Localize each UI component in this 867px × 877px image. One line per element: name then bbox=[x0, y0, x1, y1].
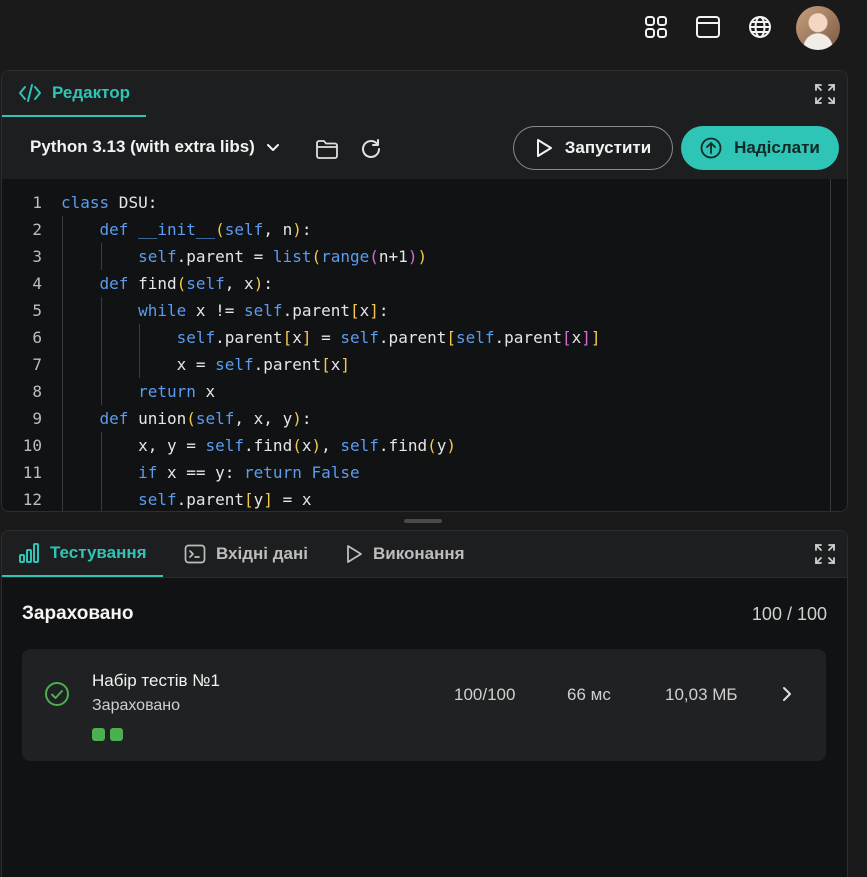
line-number: 3 bbox=[32, 247, 42, 266]
code-line: 10 x, y = self.find(x), self.find(y) bbox=[2, 432, 847, 459]
code-text: def find(self, x): bbox=[99, 274, 273, 293]
check-circle-icon bbox=[44, 681, 70, 707]
code-line: 3 self.parent = list(range(n+1)) bbox=[2, 243, 847, 270]
code-line: 12 self.parent[y] = x bbox=[2, 486, 847, 511]
line-number: 5 bbox=[32, 301, 42, 320]
chevron-right-icon[interactable] bbox=[778, 684, 796, 704]
code-text: return x bbox=[138, 382, 216, 401]
upload-arrow-icon bbox=[700, 137, 722, 159]
folder-icon[interactable] bbox=[315, 137, 339, 161]
test-set-name: Набір тестів №1 bbox=[92, 671, 220, 690]
globe-icon[interactable] bbox=[747, 14, 773, 40]
line-number: 12 bbox=[22, 490, 42, 509]
code-text: def union(self, x, y): bbox=[99, 409, 312, 428]
code-line: 1 class DSU: bbox=[2, 189, 847, 216]
play-icon bbox=[535, 138, 553, 158]
test-set-status: Зараховано bbox=[92, 697, 181, 714]
code-line: 2 def __init__(self, n): bbox=[2, 216, 847, 243]
code-line: 5 while x != self.parent[x]: bbox=[2, 297, 847, 324]
submit-button-label: Надіслати bbox=[734, 138, 820, 157]
resize-handle[interactable] bbox=[404, 519, 442, 523]
code-text: if x == y: return False bbox=[138, 463, 360, 482]
code-text: x = self.parent[x] bbox=[61, 355, 351, 374]
chevron-down-icon bbox=[265, 139, 281, 155]
test-set-score: 100/100 bbox=[454, 685, 516, 704]
code-line: 7 x = self.parent[x] bbox=[2, 351, 847, 378]
play-icon bbox=[345, 544, 363, 564]
top-bar bbox=[0, 0, 867, 60]
code-text: def __init__(self, n): bbox=[99, 220, 312, 239]
line-number: 7 bbox=[32, 355, 42, 374]
tab-execution-label: Виконання bbox=[373, 544, 465, 563]
run-button[interactable]: Запустити bbox=[513, 126, 673, 170]
code-line: 6 self.parent[x] = self.parent[self.pare… bbox=[2, 324, 847, 351]
code-line: 8 return x bbox=[2, 378, 847, 405]
tab-testing[interactable]: Тестування bbox=[2, 531, 163, 577]
line-number: 8 bbox=[32, 382, 42, 401]
code-text: class DSU: bbox=[61, 193, 158, 212]
browser-window-icon[interactable] bbox=[695, 14, 721, 40]
language-label: Python 3.13 (with extra libs) bbox=[30, 137, 255, 156]
code-text: x, y = self.find(x), self.find(y) bbox=[61, 436, 457, 455]
line-number: 6 bbox=[32, 328, 42, 347]
editor-scrollbar[interactable] bbox=[830, 179, 831, 511]
expand-icon[interactable] bbox=[814, 543, 836, 565]
code-text: self.parent = list(range(n+1)) bbox=[138, 247, 428, 266]
tab-testing-label: Тестування bbox=[50, 543, 147, 562]
test-result-dot[interactable] bbox=[110, 728, 123, 741]
line-number: 4 bbox=[32, 274, 42, 293]
test-tabs: Тестування Вхідні дані Виконання bbox=[2, 531, 847, 578]
editor-toolbar: Python 3.13 (with extra libs) Запустити … bbox=[2, 117, 847, 179]
code-text: self.parent[y] = x bbox=[138, 490, 312, 509]
test-set-time: 66 мс bbox=[567, 685, 611, 704]
bar-chart-icon bbox=[18, 542, 40, 564]
grid-icon[interactable] bbox=[643, 14, 669, 40]
editor-header: Редактор bbox=[2, 71, 847, 118]
code-text: self.parent[x] = self.parent[self.parent… bbox=[176, 328, 601, 347]
terminal-icon bbox=[184, 544, 206, 564]
user-avatar[interactable] bbox=[796, 6, 840, 50]
run-button-label: Запустити bbox=[564, 138, 652, 157]
expand-icon[interactable] bbox=[814, 83, 836, 105]
test-panel: Тестування Вхідні дані Виконання Зарахов… bbox=[1, 530, 848, 877]
tab-editor[interactable]: Редактор bbox=[2, 71, 146, 117]
line-number: 11 bbox=[22, 463, 42, 482]
test-set-card[interactable]: Набір тестів №1 Зараховано 100/100 66 мс… bbox=[22, 649, 826, 761]
language-select[interactable]: Python 3.13 (with extra libs) bbox=[30, 137, 281, 157]
result-summary-score: 100 / 100 bbox=[751, 604, 827, 624]
code-editor[interactable]: 1 class DSU: 2 def __init__(self, n): 3 sel… bbox=[2, 187, 847, 511]
tab-input-data-label: Вхідні дані bbox=[216, 544, 308, 563]
test-result-dot[interactable] bbox=[92, 728, 105, 741]
line-number: 1 bbox=[32, 193, 42, 212]
code-icon bbox=[18, 82, 42, 104]
code-line: 4 def find(self, x): bbox=[2, 270, 847, 297]
submit-button[interactable]: Надіслати bbox=[681, 126, 839, 170]
code-text: while x != self.parent[x]: bbox=[138, 301, 389, 320]
tab-editor-label: Редактор bbox=[52, 83, 130, 102]
result-summary-title: Зараховано bbox=[22, 603, 134, 624]
tab-input-data[interactable]: Вхідні дані bbox=[184, 531, 308, 577]
code-line: 9 def union(self, x, y): bbox=[2, 405, 847, 432]
line-number: 2 bbox=[32, 220, 42, 239]
tab-execution[interactable]: Виконання bbox=[345, 531, 465, 577]
test-set-memory: 10,03 МБ bbox=[665, 685, 738, 704]
refresh-icon[interactable] bbox=[359, 137, 383, 161]
code-line: 11 if x == y: return False bbox=[2, 459, 847, 486]
line-number: 10 bbox=[22, 436, 42, 455]
editor-panel: Редактор Python 3.13 (with extra libs) З… bbox=[1, 70, 848, 512]
line-number: 9 bbox=[32, 409, 42, 428]
